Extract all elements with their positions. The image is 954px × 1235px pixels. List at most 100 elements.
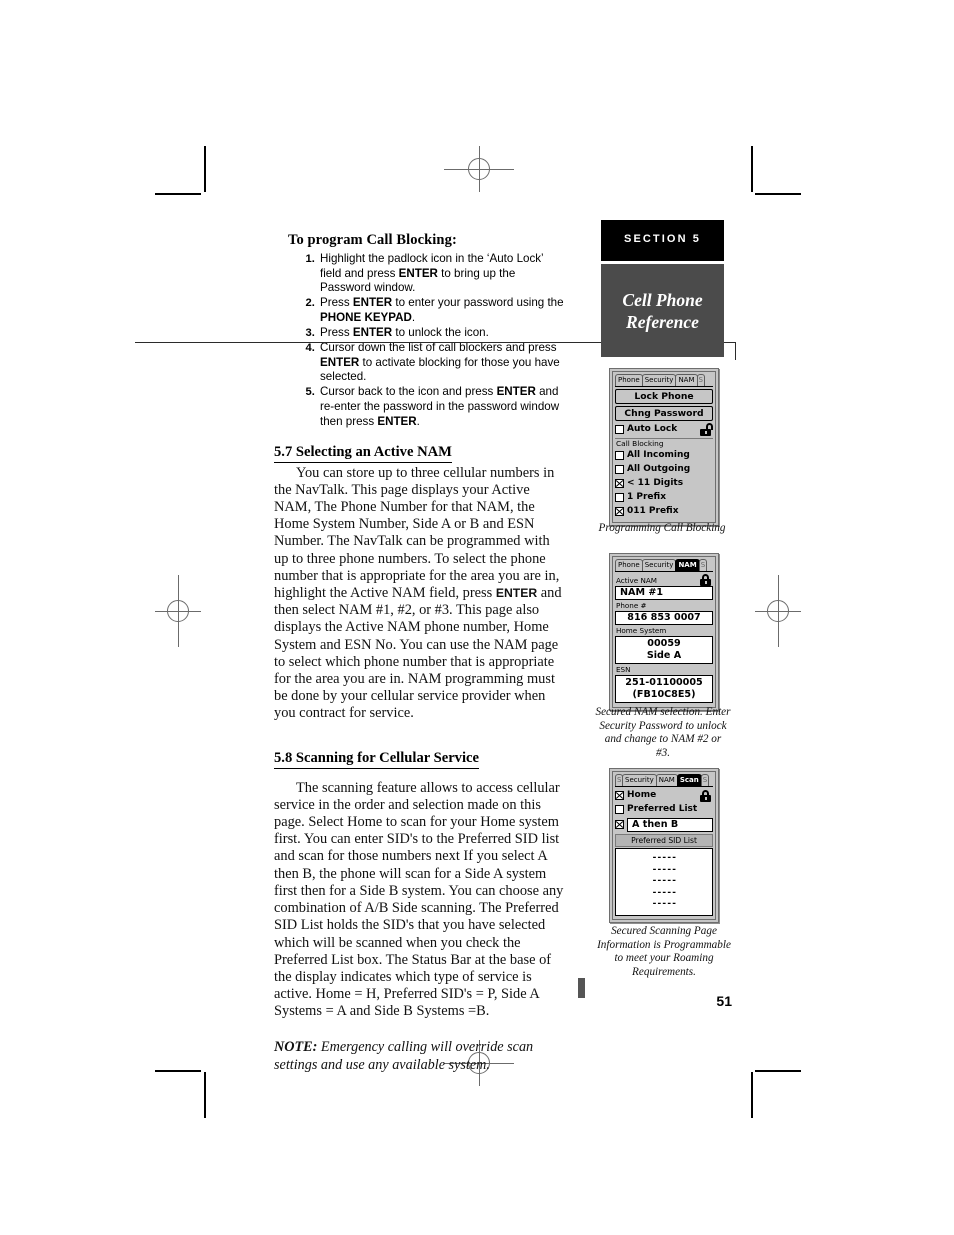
home-system-sid: 00059 (647, 638, 681, 649)
tab-nam[interactable]: NAM (675, 374, 698, 386)
option-row-under-11-digits[interactable]: < 11 Digits (615, 477, 713, 490)
key-enter: ENTER (377, 414, 417, 428)
tab-overflow-edge[interactable]: S (696, 374, 705, 386)
padlock-closed-icon[interactable] (700, 574, 713, 586)
caption-line-3: to meet your Roaming (614, 952, 714, 965)
all-outgoing-label: All Outgoing (627, 464, 691, 474)
tab-nam[interactable]: NAM (655, 774, 678, 786)
one-prefix-label: 1 Prefix (627, 492, 667, 502)
home-system-value-group[interactable]: 00059 Side A (615, 636, 713, 664)
step-text: Cursor down the list of call blockers an… (320, 341, 557, 355)
crop-mark-bottom-right-v (751, 1072, 753, 1118)
paragraph-text: You can store up to three cellular numbe… (274, 464, 560, 602)
esn-label: ESN (616, 665, 631, 674)
auto-lock-label: Auto Lock (627, 424, 678, 434)
side-order-checkbox[interactable] (615, 820, 624, 829)
tab-overflow-edge-right[interactable]: S (700, 774, 709, 786)
home-system-label: Home System (616, 626, 667, 635)
tab-scan[interactable]: Scan (676, 774, 702, 786)
caption-line-2: Security Password to unlock (599, 719, 727, 732)
option-row-1-prefix[interactable]: 1 Prefix (615, 491, 713, 504)
list-item: Cursor back to the icon and press ENTER … (318, 385, 564, 429)
key-enter: ENTER (495, 586, 538, 601)
step-text: Press (320, 325, 353, 339)
caption-line-1: Secured Scanning Page (611, 925, 717, 937)
section-5-7-paragraph: You can store up to three cellular numbe… (274, 465, 564, 723)
step-text: Press (320, 296, 353, 310)
side-order-row[interactable]: A then B (615, 817, 713, 832)
page-number: 51 (716, 993, 732, 1009)
step-text: Cursor back to the icon and press (320, 385, 497, 399)
key-enter: ENTER (352, 296, 393, 310)
esn-hex: (FB10C8E5) (632, 689, 696, 700)
tab-security[interactable]: Security (641, 374, 677, 386)
tab-security[interactable]: Security (641, 559, 677, 571)
tab-security[interactable]: Security (622, 774, 657, 786)
device-screenshot-scan: S Security NAM Scan S Home Preferred Lis… (609, 768, 719, 923)
all-incoming-checkbox[interactable] (615, 451, 624, 460)
list-item[interactable]: ----- (616, 888, 712, 900)
option-row-all-incoming[interactable]: All Incoming (615, 449, 713, 462)
tab-bar: Phone Security NAM S (615, 374, 713, 387)
lock-phone-button[interactable]: Lock Phone (615, 389, 713, 404)
section-5-8-paragraph: The scanning feature allows to access ce… (274, 779, 564, 1020)
esn-decimal: 251-01100005 (625, 677, 703, 688)
list-item[interactable]: ----- (616, 865, 712, 877)
active-nam-label: Active NAM (616, 575, 658, 585)
step-text: . (411, 310, 416, 324)
list-item: Press ENTER to unlock the icon. (318, 326, 564, 341)
side-order-value[interactable]: A then B (627, 817, 713, 832)
registration-mark-right (755, 575, 801, 647)
section-title-line-2: Reference (626, 311, 699, 332)
preferred-sid-list[interactable]: ----- ----- ----- ----- ----- (615, 848, 713, 916)
paragraph-text: and then select NAM #1, #2, or #3. This … (274, 585, 562, 722)
tab-phone[interactable]: Phone (615, 559, 643, 571)
caption-line-3: and change to NAM #2 or (604, 733, 722, 746)
section-5-8-heading: 5.8 Scanning for Cellular Service (274, 750, 479, 769)
active-nam-value[interactable]: NAM #1 (615, 586, 713, 600)
caption-line-4: #3. (656, 746, 670, 759)
step-text: to enter your password using the (392, 296, 564, 310)
preferred-list-checkbox[interactable] (615, 805, 624, 814)
list-item: Highlight the padlock icon in the ‘Auto … (318, 252, 564, 296)
active-nam-label-row: Active NAM (615, 574, 713, 586)
tab-overflow-edge[interactable]: S (698, 559, 707, 571)
list-item: Cursor down the list of call blockers an… (318, 341, 564, 385)
zero-one-one-prefix-checkbox[interactable] (615, 507, 624, 516)
section-number-banner: SECTION 5 (601, 220, 724, 261)
caption-line-1: Secured NAM selection. Enter (595, 706, 731, 718)
emergency-note: NOTE: Emergency calling will override sc… (274, 1038, 564, 1075)
caption-active-nam: Secured NAM selection. Enter Security Pa… (582, 706, 744, 760)
phone-number-value[interactable]: 816 853 0007 (615, 611, 713, 625)
crop-mark-top-left-v (204, 146, 206, 192)
auto-lock-checkbox[interactable] (615, 425, 624, 434)
under-11-digits-checkbox[interactable] (615, 479, 624, 488)
tab-phone[interactable]: Phone (615, 374, 643, 386)
crop-mark-bottom-right-h (755, 1070, 801, 1072)
tab-nam[interactable]: NAM (675, 559, 700, 571)
key-enter: ENTER (398, 266, 438, 280)
phone-number-label: Phone # (616, 601, 647, 610)
option-row-011-prefix[interactable]: 011 Prefix (615, 505, 713, 518)
option-row-preferred-list[interactable]: Preferred List (615, 803, 713, 816)
option-row-home[interactable]: Home (615, 789, 713, 802)
list-item[interactable]: ----- (616, 876, 712, 888)
caption-scan: Secured Scanning Page Information is Pro… (580, 925, 748, 979)
list-item[interactable]: ----- (616, 899, 712, 911)
all-incoming-label: All Incoming (627, 450, 690, 460)
key-enter: ENTER (496, 385, 536, 399)
one-prefix-checkbox[interactable] (615, 493, 624, 502)
padlock-closed-icon[interactable] (700, 789, 713, 802)
caption-line-2: Information is Programmable (597, 938, 731, 951)
option-row-all-outgoing[interactable]: All Outgoing (615, 463, 713, 476)
change-password-button[interactable]: Chng Password (615, 406, 713, 421)
all-outgoing-checkbox[interactable] (615, 465, 624, 474)
registration-mark-top (444, 146, 514, 192)
home-checkbox[interactable] (615, 791, 624, 800)
section-number-label: SECTION 5 (624, 233, 701, 245)
padlock-open-icon[interactable] (700, 422, 713, 436)
crop-mark-top-right-h (755, 193, 801, 195)
auto-lock-row[interactable]: Auto Lock (615, 422, 713, 436)
list-item[interactable]: ----- (616, 853, 712, 865)
section-title-line-1: Cell Phone (622, 289, 703, 310)
